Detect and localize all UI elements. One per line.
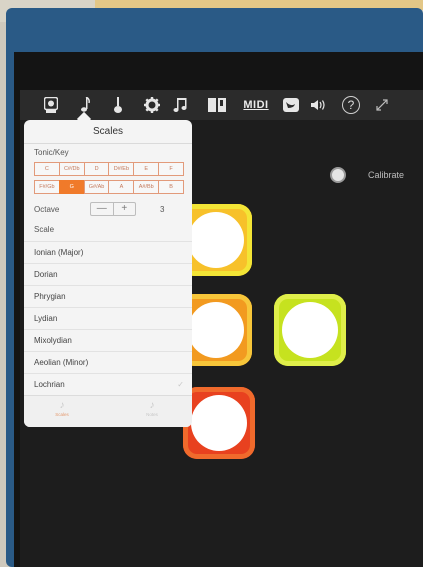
key-button[interactable]: D#/Eb bbox=[108, 162, 135, 176]
key-button[interactable]: A#/Bb bbox=[133, 180, 160, 194]
key-button[interactable]: B bbox=[158, 180, 184, 194]
octave-increment-button[interactable]: + bbox=[112, 203, 136, 215]
key-button[interactable]: A bbox=[108, 180, 135, 194]
notes-tab-label: Notes bbox=[146, 412, 158, 417]
calibrate-label: Calibrate bbox=[368, 170, 405, 180]
scale-option-label: Dorian bbox=[34, 270, 58, 279]
key-button[interactable]: D bbox=[83, 162, 110, 176]
scale-option[interactable]: Aeolian (Minor) bbox=[24, 351, 192, 372]
key-button[interactable]: C bbox=[34, 162, 60, 176]
key-button[interactable]: C#/Db bbox=[58, 162, 85, 176]
notes-tab-icon: ♪ bbox=[149, 400, 155, 411]
pad-circle bbox=[188, 302, 244, 358]
scale-option[interactable]: Lochrian ✓ bbox=[24, 373, 192, 394]
key-button[interactable]: G#/Ab bbox=[83, 180, 110, 194]
scale-option[interactable]: Phrygian bbox=[24, 285, 192, 306]
swift-icon[interactable] bbox=[282, 95, 300, 115]
scale-label: Scale bbox=[34, 225, 55, 234]
pad-circle bbox=[188, 212, 244, 268]
octave-stepper[interactable]: — + bbox=[90, 202, 136, 216]
gear-icon[interactable] bbox=[143, 95, 161, 115]
midi-icon[interactable]: MIDI bbox=[242, 95, 270, 115]
scale-option-label: Mixolydian bbox=[34, 336, 72, 345]
octave-value: 3 bbox=[160, 205, 165, 214]
scale-option-label: Lochrian bbox=[34, 380, 65, 389]
scale-option[interactable]: Mixolydian bbox=[24, 329, 192, 350]
calibrate-control[interactable]: Calibrate bbox=[330, 167, 404, 183]
pad-circle bbox=[282, 302, 338, 358]
pad-red[interactable] bbox=[183, 387, 255, 459]
key-row-2: F#/Gb G G#/Ab A A#/Bb B bbox=[34, 180, 184, 194]
checkmark-icon: ✓ bbox=[177, 380, 184, 389]
key-button[interactable]: E bbox=[133, 162, 160, 176]
speaker-icon[interactable] bbox=[310, 95, 328, 115]
popover-title: Scales bbox=[92, 126, 123, 137]
tonic-key-label: Tonic/Key bbox=[34, 148, 69, 157]
scale-option[interactable]: Dorian bbox=[24, 263, 192, 284]
scale-option-label: Aeolian (Minor) bbox=[34, 358, 89, 367]
piano-book-icon[interactable] bbox=[207, 95, 227, 115]
calibrate-button[interactable] bbox=[330, 167, 346, 183]
scale-option-label: Phrygian bbox=[34, 292, 66, 301]
popover-footer: ♪ Scales ♪ Notes bbox=[24, 395, 192, 427]
scale-option[interactable]: Lydian bbox=[24, 307, 192, 328]
scales-tab-icon: ♪ bbox=[59, 400, 65, 411]
scales-popover: Scales Tonic/Key C C#/Db D D#/Eb E F F#/Gb G G#… bbox=[24, 120, 192, 427]
app-screen: MIDI ? Calibrate Scales Tonic/Key C C#/Db… bbox=[20, 90, 423, 567]
footer-tab-notes[interactable]: ♪ Notes bbox=[132, 400, 172, 417]
fullscreen-icon[interactable] bbox=[374, 95, 390, 115]
scale-option-label: Ionian (Major) bbox=[34, 248, 84, 257]
scale-option-label: Lydian bbox=[34, 314, 58, 323]
pad-lime[interactable] bbox=[274, 294, 346, 366]
key-row-1: C C#/Db D D#/Eb E F bbox=[34, 162, 184, 176]
octave-label: Octave bbox=[34, 205, 60, 214]
scale-option[interactable]: Ionian (Major) bbox=[24, 241, 192, 262]
scales-tab-label: Scales bbox=[55, 412, 69, 417]
guitar-icon[interactable] bbox=[112, 95, 124, 115]
app-logo-icon[interactable] bbox=[43, 95, 59, 115]
pad-circle bbox=[191, 395, 247, 451]
key-button[interactable]: F#/Gb bbox=[34, 180, 60, 194]
music-notes-icon[interactable] bbox=[173, 95, 189, 115]
title-divider bbox=[24, 143, 192, 144]
octave-decrement-button[interactable]: — bbox=[91, 203, 113, 215]
key-button[interactable]: F bbox=[158, 162, 184, 176]
key-button[interactable]: G bbox=[58, 180, 85, 194]
help-icon[interactable]: ? bbox=[342, 96, 360, 114]
footer-tab-scales[interactable]: ♪ Scales bbox=[42, 400, 82, 417]
